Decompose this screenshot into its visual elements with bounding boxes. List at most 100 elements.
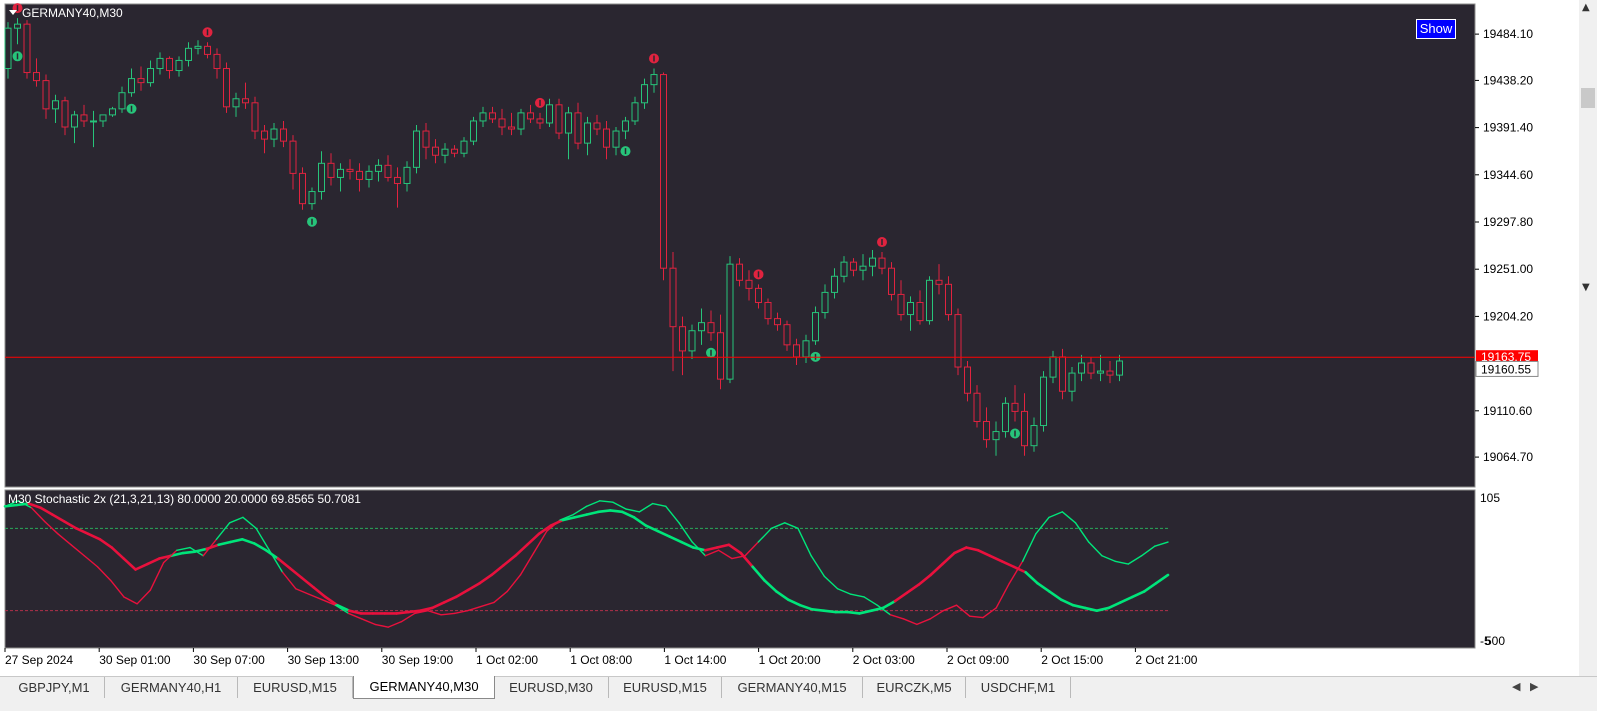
candle-body	[413, 130, 420, 168]
candle-body	[327, 162, 335, 178]
chart-tab-bar: GBPJPY,M1 GERMANY40,H1 EURUSD,M15 GERMAN…	[0, 676, 1597, 711]
candle-body	[1049, 356, 1057, 378]
candle-body	[42, 80, 50, 110]
candle-body	[403, 166, 411, 184]
candle-body	[1106, 370, 1114, 376]
candle-body	[717, 332, 724, 380]
candle-body	[204, 45, 211, 55]
candle-body	[137, 78, 145, 84]
candle-body	[71, 114, 78, 128]
indicator-scale-top: 105	[1480, 491, 1500, 505]
candle-body	[118, 92, 126, 110]
candle-body	[479, 112, 487, 122]
candle-body	[280, 128, 287, 142]
show-button[interactable]: Show	[1416, 19, 1456, 39]
time-tick-label: 30 Sep 07:00	[193, 653, 265, 667]
candle-body	[869, 257, 876, 267]
candle-body	[736, 263, 743, 281]
price-tick-label: 19064.70	[1483, 450, 1533, 464]
time-tick-label: 2 Oct 21:00	[1135, 653, 1197, 667]
candle-body	[622, 120, 629, 132]
time-tick-label: 1 Oct 08:00	[570, 653, 632, 667]
stoch-slow-line	[597, 509, 612, 514]
stoch-slow-line	[395, 610, 410, 615]
candle-body	[128, 78, 135, 94]
price-tick-label: 19297.80	[1483, 215, 1533, 229]
candle-body	[289, 140, 297, 174]
candle-body	[679, 326, 686, 352]
candle-body	[185, 47, 192, 61]
candle-body	[935, 279, 943, 285]
candle-body	[755, 287, 762, 303]
tab-eurusd-m15-2[interactable]: EURUSD,M15	[609, 677, 722, 698]
candle-body	[574, 112, 582, 144]
candle-body	[318, 162, 325, 193]
candle-body	[232, 98, 240, 108]
chart-canvas[interactable]: GERMANY40,M30 19484.10 19438.20 19391.40 19…	[0, 0, 1579, 676]
candle-body	[555, 104, 563, 134]
scrollbar-thumb[interactable]	[1581, 88, 1595, 108]
tab-eurczk-m5[interactable]: EURCZK,M5	[863, 677, 966, 698]
indicator-area[interactable]	[4, 489, 1476, 649]
candle-body	[527, 112, 534, 120]
candle-body	[916, 301, 924, 322]
candle-body	[1116, 360, 1123, 376]
scroll-right-icon[interactable]: ▶	[1530, 680, 1538, 693]
candle-body	[669, 267, 677, 328]
candle-body	[432, 146, 439, 156]
tab-germany40-m15[interactable]: GERMANY40,M15	[722, 677, 863, 698]
tab-eurusd-m15[interactable]: EURUSD,M15	[238, 677, 353, 698]
candle-body	[99, 114, 107, 122]
candle-body	[783, 324, 791, 346]
candle-body	[517, 112, 525, 130]
candle-body	[907, 301, 914, 316]
candle-body	[1021, 410, 1028, 447]
candle-body	[175, 59, 183, 72]
candle-body	[422, 130, 430, 148]
stoch-slow-line	[810, 608, 826, 612]
candle-body	[878, 257, 886, 269]
candle-body	[536, 118, 544, 124]
candle-body	[223, 68, 230, 108]
scroll-left-icon[interactable]: ◀	[1512, 680, 1520, 693]
candle-body	[859, 265, 867, 271]
candle-body	[213, 53, 221, 70]
scroll-down-icon[interactable]: ▼	[1582, 282, 1590, 293]
stoch-slow-line	[608, 509, 624, 514]
time-tick-label: 2 Oct 15:00	[1041, 653, 1103, 667]
tab-germany40-h1[interactable]: GERMANY40,H1	[105, 677, 238, 698]
indicator-scale-bottom-2: 500	[1485, 634, 1505, 648]
candle-body	[194, 45, 202, 49]
tab-eurusd-m30[interactable]: EURUSD,M30	[494, 677, 609, 698]
time-tick-label: 1 Oct 14:00	[664, 653, 726, 667]
price-tick-label: 19110.60	[1483, 404, 1532, 418]
candle-body	[261, 130, 268, 140]
price-tick-label: 19344.60	[1483, 168, 1533, 182]
candle-body	[612, 130, 620, 148]
stoch-slow-line	[407, 609, 422, 614]
scroll-up-icon[interactable]: ▲	[1582, 2, 1590, 13]
stoch-slow-line	[846, 610, 861, 615]
price-tick-label: 19391.40	[1483, 121, 1533, 135]
candle-body	[973, 392, 981, 422]
tab-germany40-m30[interactable]: GERMANY40,M30	[353, 676, 495, 699]
candle-body	[337, 168, 344, 178]
candle-body	[926, 279, 933, 322]
candle-body	[1059, 356, 1066, 392]
time-tick-label: 30 Sep 19:00	[382, 653, 454, 667]
tab-gbpjpy-m1[interactable]: GBPJPY,M1	[4, 677, 105, 698]
indicator-label: M30 Stochastic 2x (21,3,21,13) 80.0000 2…	[8, 492, 361, 506]
candle-body	[384, 164, 392, 178]
candle-body	[242, 98, 249, 104]
candle-body	[584, 122, 591, 144]
vertical-scrollbar[interactable]: ▲ ▼	[1579, 0, 1597, 676]
candle-body	[707, 322, 715, 334]
candle-body	[593, 122, 601, 130]
candle-body	[764, 301, 772, 320]
candle-body	[964, 366, 971, 394]
time-tick-label: 1 Oct 02:00	[476, 653, 538, 667]
candle-body	[1097, 370, 1104, 374]
candle-body	[4, 27, 12, 70]
candle-body	[460, 140, 468, 154]
tab-usdchf-m1[interactable]: USDCHF,M1	[966, 677, 1071, 698]
